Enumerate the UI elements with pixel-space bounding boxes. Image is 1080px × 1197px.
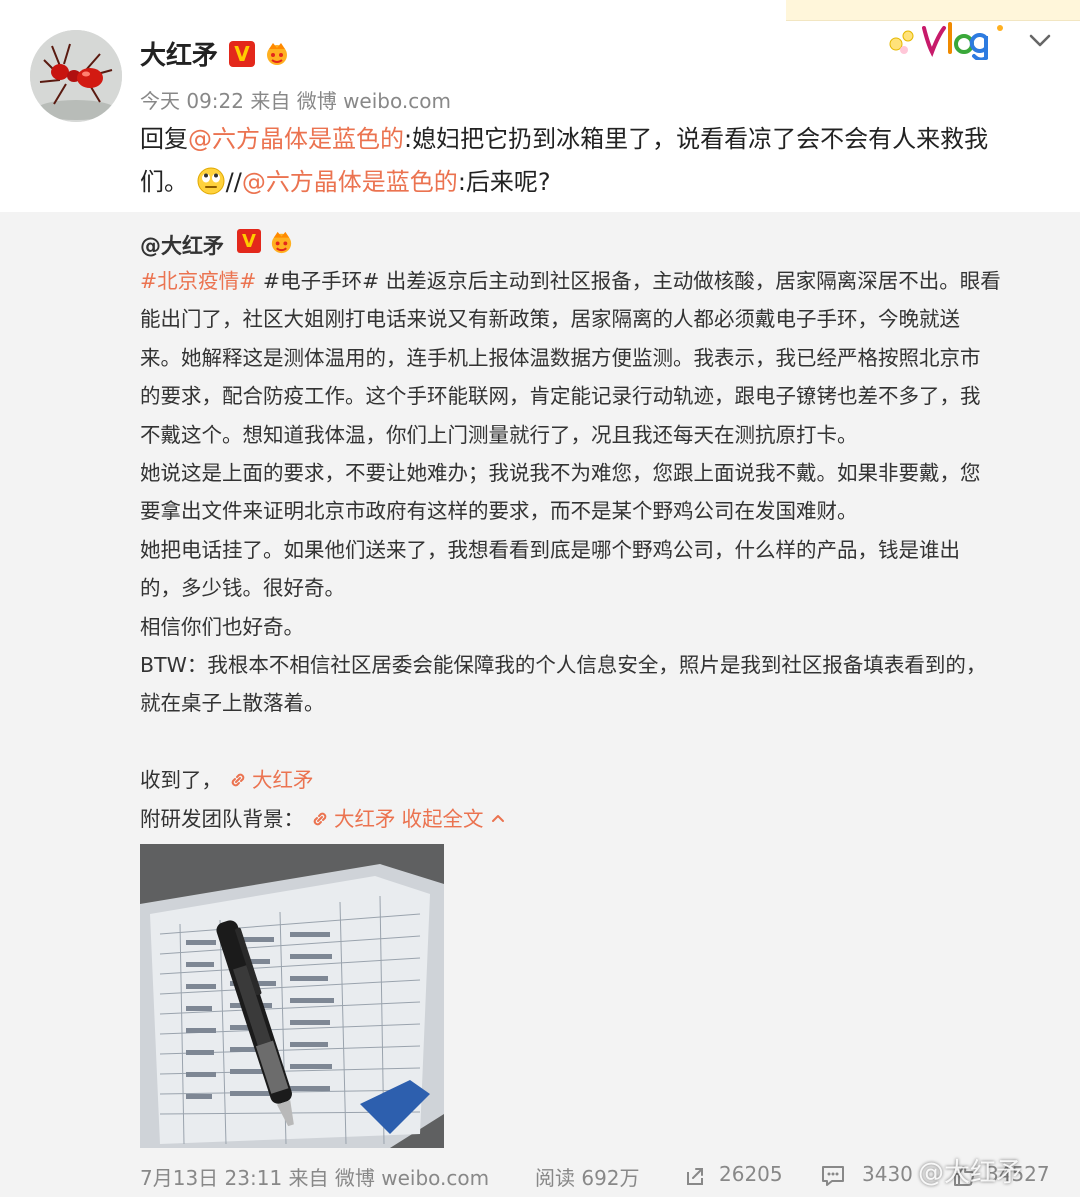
team-text: 附研发团队背景： xyxy=(140,806,304,831)
reply-mention-2[interactable]: @六方晶体是蓝色的 xyxy=(242,168,458,196)
reply-mention-1[interactable]: @六方晶体是蓝色的 xyxy=(188,125,404,153)
hashtag-electronic-bracelet[interactable]: #电子手环# xyxy=(263,269,379,293)
body-line: 要拿出文件来证明北京市政府有这样的要求，而不是某个野鸡公司在发国难财。 xyxy=(140,499,858,524)
body-line: 的要求，配合防疫工作。这个手环能联网，肯定能记录行动轨迹，跟电子镣铐也差不多了，… xyxy=(140,384,981,409)
link-icon xyxy=(313,812,327,825)
link-icon xyxy=(231,774,245,787)
chevron-down-icon[interactable] xyxy=(1027,27,1053,53)
repost-body: #北京疫情# #电子手环# 出差返京后主动到社区报备，主动做核酸，居家隔离深居不… xyxy=(140,262,1040,838)
chevron-up-icon[interactable] xyxy=(490,810,506,826)
post-username[interactable]: 大红矛 xyxy=(140,35,218,72)
weibo-watermark: @大红矛 xyxy=(918,1158,1023,1188)
reply-prefix: 回复 xyxy=(140,125,188,153)
repost-count[interactable]: 26205 xyxy=(719,1162,783,1186)
post-header: 大红矛 V 今天 09:22 来自 微博 weibo.com 回复@六方晶体是蓝… xyxy=(0,0,1080,210)
eye-roll-emoji-icon xyxy=(197,167,225,195)
body-line: 来。她解释这是测体温用的，连手机上报体温数据方便监测。我表示，我已经严格按照北京… xyxy=(140,345,981,370)
body-line: 相信你们也好奇。 xyxy=(140,614,304,639)
reply-text-2: 们。 xyxy=(140,168,188,196)
attached-photo[interactable] xyxy=(140,844,444,1148)
footer-reads: 阅读 692万 xyxy=(535,1166,640,1190)
received-line: 收到了， 大红矛 xyxy=(140,761,1040,799)
body-line: 就在桌子上散落着。 xyxy=(140,691,325,716)
photo-form-with-pen-icon xyxy=(140,844,444,1148)
body-line: 她把电话挂了。如果他们送来了，我想看看到底是哪个野鸡公司，什么样的产品，钱是谁出 xyxy=(140,537,960,562)
team-line: 附研发团队背景： 大红矛 收起全文 xyxy=(140,800,1040,838)
post-meta: 今天 09:22 来自 微博 weibo.com xyxy=(140,89,451,113)
body-line-text: 出差返京后主动到社区报备，主动做核酸，居家隔离深居不出。眼看 xyxy=(385,269,1001,293)
crown-badge-icon xyxy=(267,43,287,65)
hashtag-beijing-epidemic[interactable]: #北京疫情# xyxy=(140,269,256,293)
repost-icon[interactable] xyxy=(683,1164,707,1188)
comment-count[interactable]: 3430 xyxy=(862,1162,913,1186)
red-ant-avatar-icon xyxy=(30,30,122,122)
collapse-full-text-button[interactable]: 收起全文 xyxy=(402,807,484,831)
avatar[interactable] xyxy=(30,30,122,122)
body-line: BTW：我根本不相信社区居委会能保障我的个人信息安全，照片是我到社区报备填表看到… xyxy=(140,653,987,678)
body-line: 她说这是上面的要求，不要让她难办；我说我不为难您，您跟上面说我不戴。如果非要戴，… xyxy=(140,461,981,486)
body-line: 能出门了，社区大姐刚打电话来说又有新政策，居家隔离的人都必须戴电子手环，今晚就送 xyxy=(140,307,960,332)
received-text: 收到了， xyxy=(140,768,222,793)
received-link[interactable]: 大红矛 xyxy=(252,768,314,792)
body-line: 不戴这个。想知道我体温，你们上门测量就行了，况且我还每天在测抗原打卡。 xyxy=(140,422,858,447)
reposted-weibo: @大红矛 V #北京疫情# #电子手环# 出差返京后主动到社区报备，主动做核酸，… xyxy=(0,212,1080,1197)
reply-text: 回复@六方晶体是蓝色的:媳妇把它扔到冰箱里了，说看看凉了会不会有人来救我 们。 … xyxy=(140,118,1050,204)
reply-separator: // xyxy=(225,168,242,196)
footer-time: 7月13日 23:11 来自 微博 weibo.com xyxy=(140,1166,490,1190)
verified-badge-icon: V xyxy=(229,41,255,67)
reply-text-1: :媳妇把它扔到冰箱里了，说看看凉了会不会有人来救我 xyxy=(404,125,989,153)
repost-username[interactable]: @大红矛 xyxy=(140,230,224,260)
comment-icon[interactable] xyxy=(820,1164,846,1188)
repost-crown-badge-icon xyxy=(271,231,292,254)
body-line: #北京疫情# #电子手环# 出差返京后主动到社区报备，主动做核酸，居家隔离深居不… xyxy=(140,262,1040,300)
repost-verified-badge-icon: V xyxy=(237,229,261,253)
body-line: 的，多少钱。很好奇。 xyxy=(140,576,345,601)
vlog-sticker-icon xyxy=(889,22,1003,60)
reply-text-3: :后来呢? xyxy=(457,168,551,196)
team-link[interactable]: 大红矛 xyxy=(334,807,396,831)
